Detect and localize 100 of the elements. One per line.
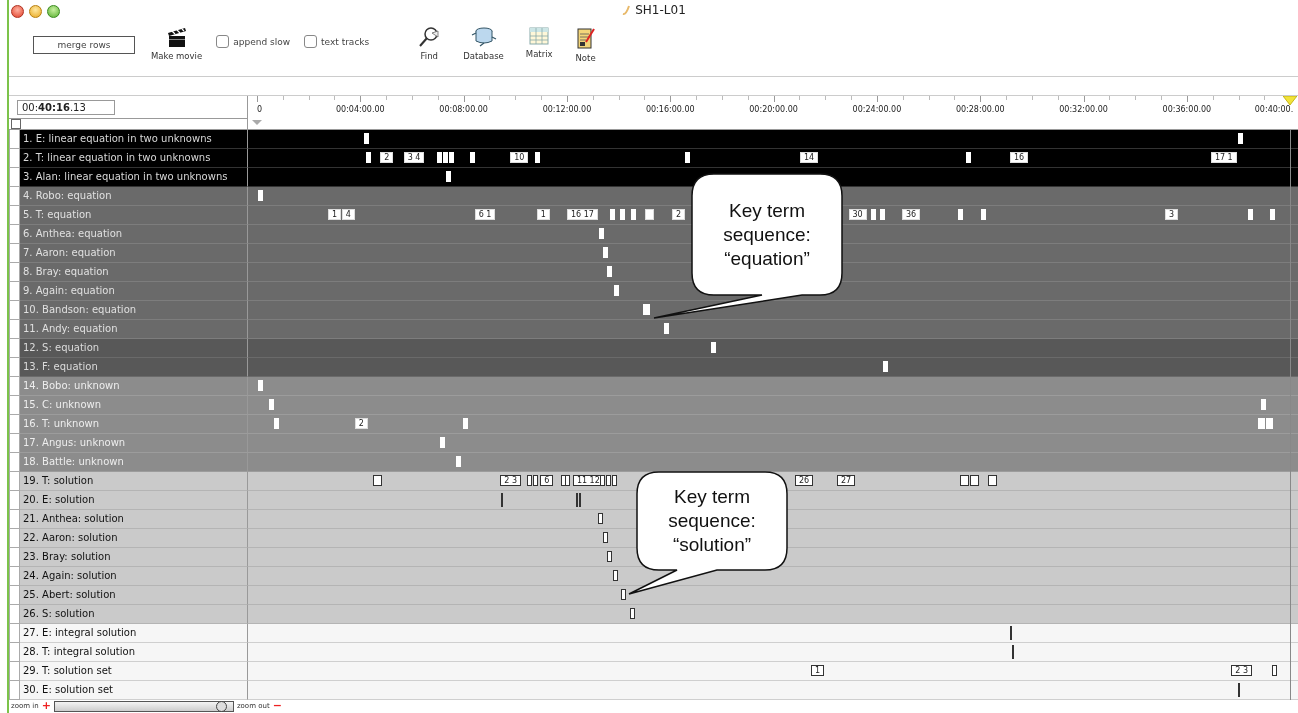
track-label[interactable]: 25. Abert: solution <box>20 586 248 605</box>
event-marker[interactable] <box>526 475 532 486</box>
event-marker[interactable] <box>981 209 986 220</box>
matrix-button[interactable]: Matrix <box>525 26 553 63</box>
row-select-cell[interactable] <box>9 415 20 434</box>
event-marker[interactable] <box>603 247 609 258</box>
track-label[interactable]: 27. E: integral solution <box>20 624 248 643</box>
event-marker[interactable] <box>612 570 618 581</box>
zoom-slider[interactable] <box>53 700 234 712</box>
row-select-cell[interactable] <box>9 643 20 662</box>
row-select-cell[interactable] <box>9 662 20 681</box>
event-block[interactable]: 14 <box>799 152 819 163</box>
row-select-cell[interactable] <box>9 377 20 396</box>
event-block[interactable] <box>988 475 997 486</box>
row-select-cell[interactable] <box>9 681 20 700</box>
event-marker[interactable] <box>363 133 369 144</box>
track-label[interactable]: 30. E: solution set <box>20 681 248 700</box>
event-marker[interactable] <box>603 532 609 543</box>
row-select-cell[interactable] <box>9 225 20 244</box>
event-marker[interactable] <box>274 418 280 429</box>
track-label[interactable]: 12. S: equation <box>20 339 248 358</box>
event-block[interactable]: 2 <box>354 418 368 429</box>
event-block[interactable]: 10 <box>510 152 529 163</box>
zoom-out-button[interactable]: − <box>272 701 282 711</box>
row-select-cell[interactable] <box>9 472 20 491</box>
track-label[interactable]: 5. T: equation <box>20 206 248 225</box>
row-select-cell[interactable] <box>9 130 20 149</box>
event-marker[interactable] <box>455 456 461 467</box>
row-select-cell[interactable] <box>9 282 20 301</box>
row-select-cell[interactable] <box>9 510 20 529</box>
event-marker[interactable] <box>966 152 972 163</box>
event-block[interactable]: 26 <box>795 475 814 486</box>
track-label[interactable]: 29. T: solution set <box>20 662 248 681</box>
event-block[interactable]: 6 <box>540 475 554 486</box>
zoom-in-button[interactable]: + <box>41 701 51 711</box>
row-select-cell[interactable] <box>9 624 20 643</box>
track-label[interactable]: 9. Again: equation <box>20 282 248 301</box>
event-marker[interactable] <box>1261 399 1266 410</box>
row-select-cell[interactable] <box>9 206 20 225</box>
track-label[interactable]: 1. E: linear equation in two unknowns <box>20 130 248 149</box>
event-marker[interactable] <box>442 152 448 163</box>
event-marker[interactable] <box>957 209 963 220</box>
event-block[interactable]: 2 <box>380 152 394 163</box>
event-marker[interactable] <box>470 152 476 163</box>
row-select-cell[interactable] <box>9 567 20 586</box>
track-label[interactable]: 8. Bray: equation <box>20 263 248 282</box>
track-label[interactable]: 3. Alan: linear equation in two unknowns <box>20 168 248 187</box>
track-label[interactable]: 2. T: linear equation in two unknowns <box>20 149 248 168</box>
event-block[interactable] <box>960 475 970 486</box>
event-marker[interactable] <box>711 342 717 353</box>
track-label[interactable]: 24. Again: solution <box>20 567 248 586</box>
event-marker[interactable] <box>613 285 619 296</box>
note-button[interactable]: Note <box>574 26 597 63</box>
event-block[interactable]: 6 1 <box>474 209 496 220</box>
event-marker[interactable] <box>610 209 616 220</box>
event-marker[interactable] <box>1266 418 1274 429</box>
event-block[interactable] <box>372 475 382 486</box>
row-select-cell[interactable] <box>9 187 20 206</box>
event-marker[interactable] <box>257 190 263 201</box>
event-marker[interactable] <box>463 418 469 429</box>
event-block[interactable]: 2 3 <box>500 475 522 486</box>
event-block[interactable]: 1 <box>328 209 342 220</box>
time-ruler[interactable]: 0 00:04:00.00 00:08:00.00 00:12:00.00 00:16:00.00 00:20:00.00 00:24:00.00 00:28:00.00 00:32:00.00 00:36:00.00 00:40:00. <box>248 96 1298 129</box>
event-marker[interactable] <box>629 608 635 619</box>
event-marker[interactable] <box>880 209 885 220</box>
event-marker[interactable] <box>606 475 612 486</box>
event-marker[interactable] <box>882 361 888 372</box>
event-tick[interactable] <box>501 493 504 507</box>
event-block[interactable] <box>969 475 979 486</box>
row-select-cell[interactable] <box>9 605 20 624</box>
track-label[interactable]: 4. Robo: equation <box>20 187 248 206</box>
event-marker[interactable] <box>642 304 650 315</box>
row-select-cell[interactable] <box>9 149 20 168</box>
event-block[interactable]: 2 3 <box>1231 665 1253 676</box>
event-marker[interactable] <box>532 475 538 486</box>
track-label[interactable]: 28. T: integral solution <box>20 643 248 662</box>
event-block[interactable]: 30 <box>848 209 867 220</box>
event-block[interactable]: 36 <box>901 209 921 220</box>
event-marker[interactable] <box>446 171 452 182</box>
zoom-button[interactable] <box>47 4 60 18</box>
event-marker[interactable] <box>437 152 443 163</box>
select-all-checkbox[interactable] <box>11 119 21 129</box>
merge-rows-button[interactable]: merge rows <box>33 36 135 54</box>
event-block[interactable]: 16 17 <box>566 209 598 220</box>
track-label[interactable]: 26. S: solution <box>20 605 248 624</box>
timecode-field[interactable]: 00:40:16.13 <box>17 99 115 115</box>
playhead-icon[interactable] <box>1283 96 1298 105</box>
event-marker[interactable] <box>269 399 275 410</box>
row-select-cell[interactable] <box>9 320 20 339</box>
track-label[interactable]: 11. Andy: equation <box>20 320 248 339</box>
event-marker[interactable] <box>619 209 625 220</box>
row-select-cell[interactable] <box>9 529 20 548</box>
event-block[interactable]: 1 <box>811 665 825 676</box>
event-marker[interactable] <box>439 437 445 448</box>
row-select-cell[interactable] <box>9 339 20 358</box>
database-button[interactable]: Database <box>463 26 504 63</box>
event-block[interactable]: 3 <box>1164 209 1178 220</box>
event-marker[interactable] <box>535 152 541 163</box>
row-select-cell[interactable] <box>9 244 20 263</box>
track-label[interactable]: 10. Bandson: equation <box>20 301 248 320</box>
